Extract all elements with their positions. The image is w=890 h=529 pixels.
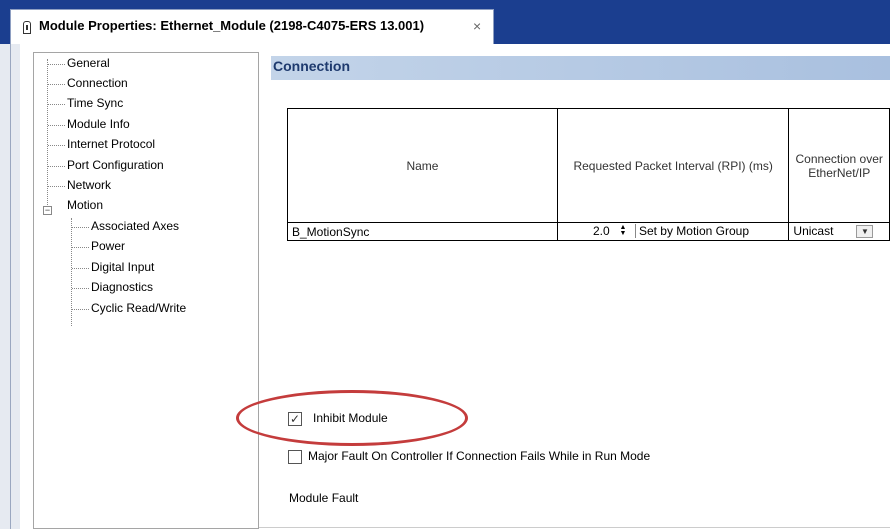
close-icon[interactable]: ×: [473, 18, 481, 34]
tree-item-motion[interactable]: Motion: [67, 198, 103, 212]
column-header-connection-over: Connection over EtherNet/IP: [788, 108, 890, 223]
connection-name: B_MotionSync: [292, 224, 370, 239]
collapse-icon[interactable]: −: [43, 206, 52, 215]
tree-connector: [48, 186, 65, 188]
bottom-divider: [259, 527, 890, 528]
tree-item-associated-axes[interactable]: Associated Axes: [91, 219, 179, 233]
tree-item-port-configuration[interactable]: Port Configuration: [67, 158, 164, 172]
table-row: B_MotionSync 2.0 ▲ ▼ Set by Motion Group …: [287, 222, 890, 241]
module-icon: [23, 21, 31, 34]
connection-table: Name Requested Packet Interval (RPI) (ms…: [287, 108, 890, 241]
tree-connector: [48, 125, 65, 127]
module-fault-label: Module Fault: [289, 491, 359, 505]
module-properties-tab[interactable]: Module Properties: Ethernet_Module (2198…: [10, 9, 494, 44]
tree-connector: [72, 247, 89, 249]
category-tree: General Connection Time Sync Module Info…: [33, 52, 259, 529]
tree-connector: [72, 268, 89, 270]
tree-item-cyclic-read-write[interactable]: Cyclic Read/Write: [91, 301, 186, 315]
left-edge-divider: [10, 44, 11, 529]
section-title: Connection: [273, 58, 350, 74]
tree-item-network[interactable]: Network: [67, 178, 111, 192]
chevron-down-icon[interactable]: ▼: [856, 225, 874, 238]
tree-item-internet-protocol[interactable]: Internet Protocol: [67, 137, 155, 151]
column-header-rpi: Requested Packet Interval (RPI) (ms): [556, 108, 790, 223]
tree-connector: [72, 309, 89, 311]
tree-item-power[interactable]: Power: [91, 239, 125, 253]
tree-connector: [48, 84, 65, 86]
tree-connector: [48, 166, 65, 168]
tree-item-module-info[interactable]: Module Info: [67, 117, 130, 131]
connection-over-select[interactable]: Unicast: [793, 224, 833, 238]
tab-title: Module Properties: Ethernet_Module (2198…: [39, 18, 425, 33]
inhibit-module-checkbox[interactable]: ✓: [288, 412, 302, 426]
tree-item-connection[interactable]: Connection: [67, 76, 128, 90]
rpi-value[interactable]: 2.0: [593, 224, 610, 238]
tree-connector: [72, 288, 89, 290]
tree-connector: [48, 145, 65, 147]
rpi-spinner-icon[interactable]: ▲ ▼: [618, 224, 628, 238]
tree-connector: [48, 64, 65, 66]
rpi-note: Set by Motion Group: [634, 224, 749, 238]
tree-connector: [48, 104, 65, 106]
tree-item-digital-input[interactable]: Digital Input: [91, 260, 154, 274]
section-header-bar: [271, 56, 890, 80]
major-fault-label: Major Fault On Controller If Connection …: [308, 449, 651, 463]
tree-item-general[interactable]: General: [67, 56, 110, 70]
tree-item-diagnostics[interactable]: Diagnostics: [91, 280, 153, 294]
inhibit-module-label: Inhibit Module: [313, 411, 388, 425]
tree-item-time-sync[interactable]: Time Sync: [67, 96, 123, 110]
major-fault-checkbox[interactable]: [288, 450, 302, 464]
tree-connector: [72, 227, 89, 229]
column-header-name: Name: [287, 108, 558, 223]
